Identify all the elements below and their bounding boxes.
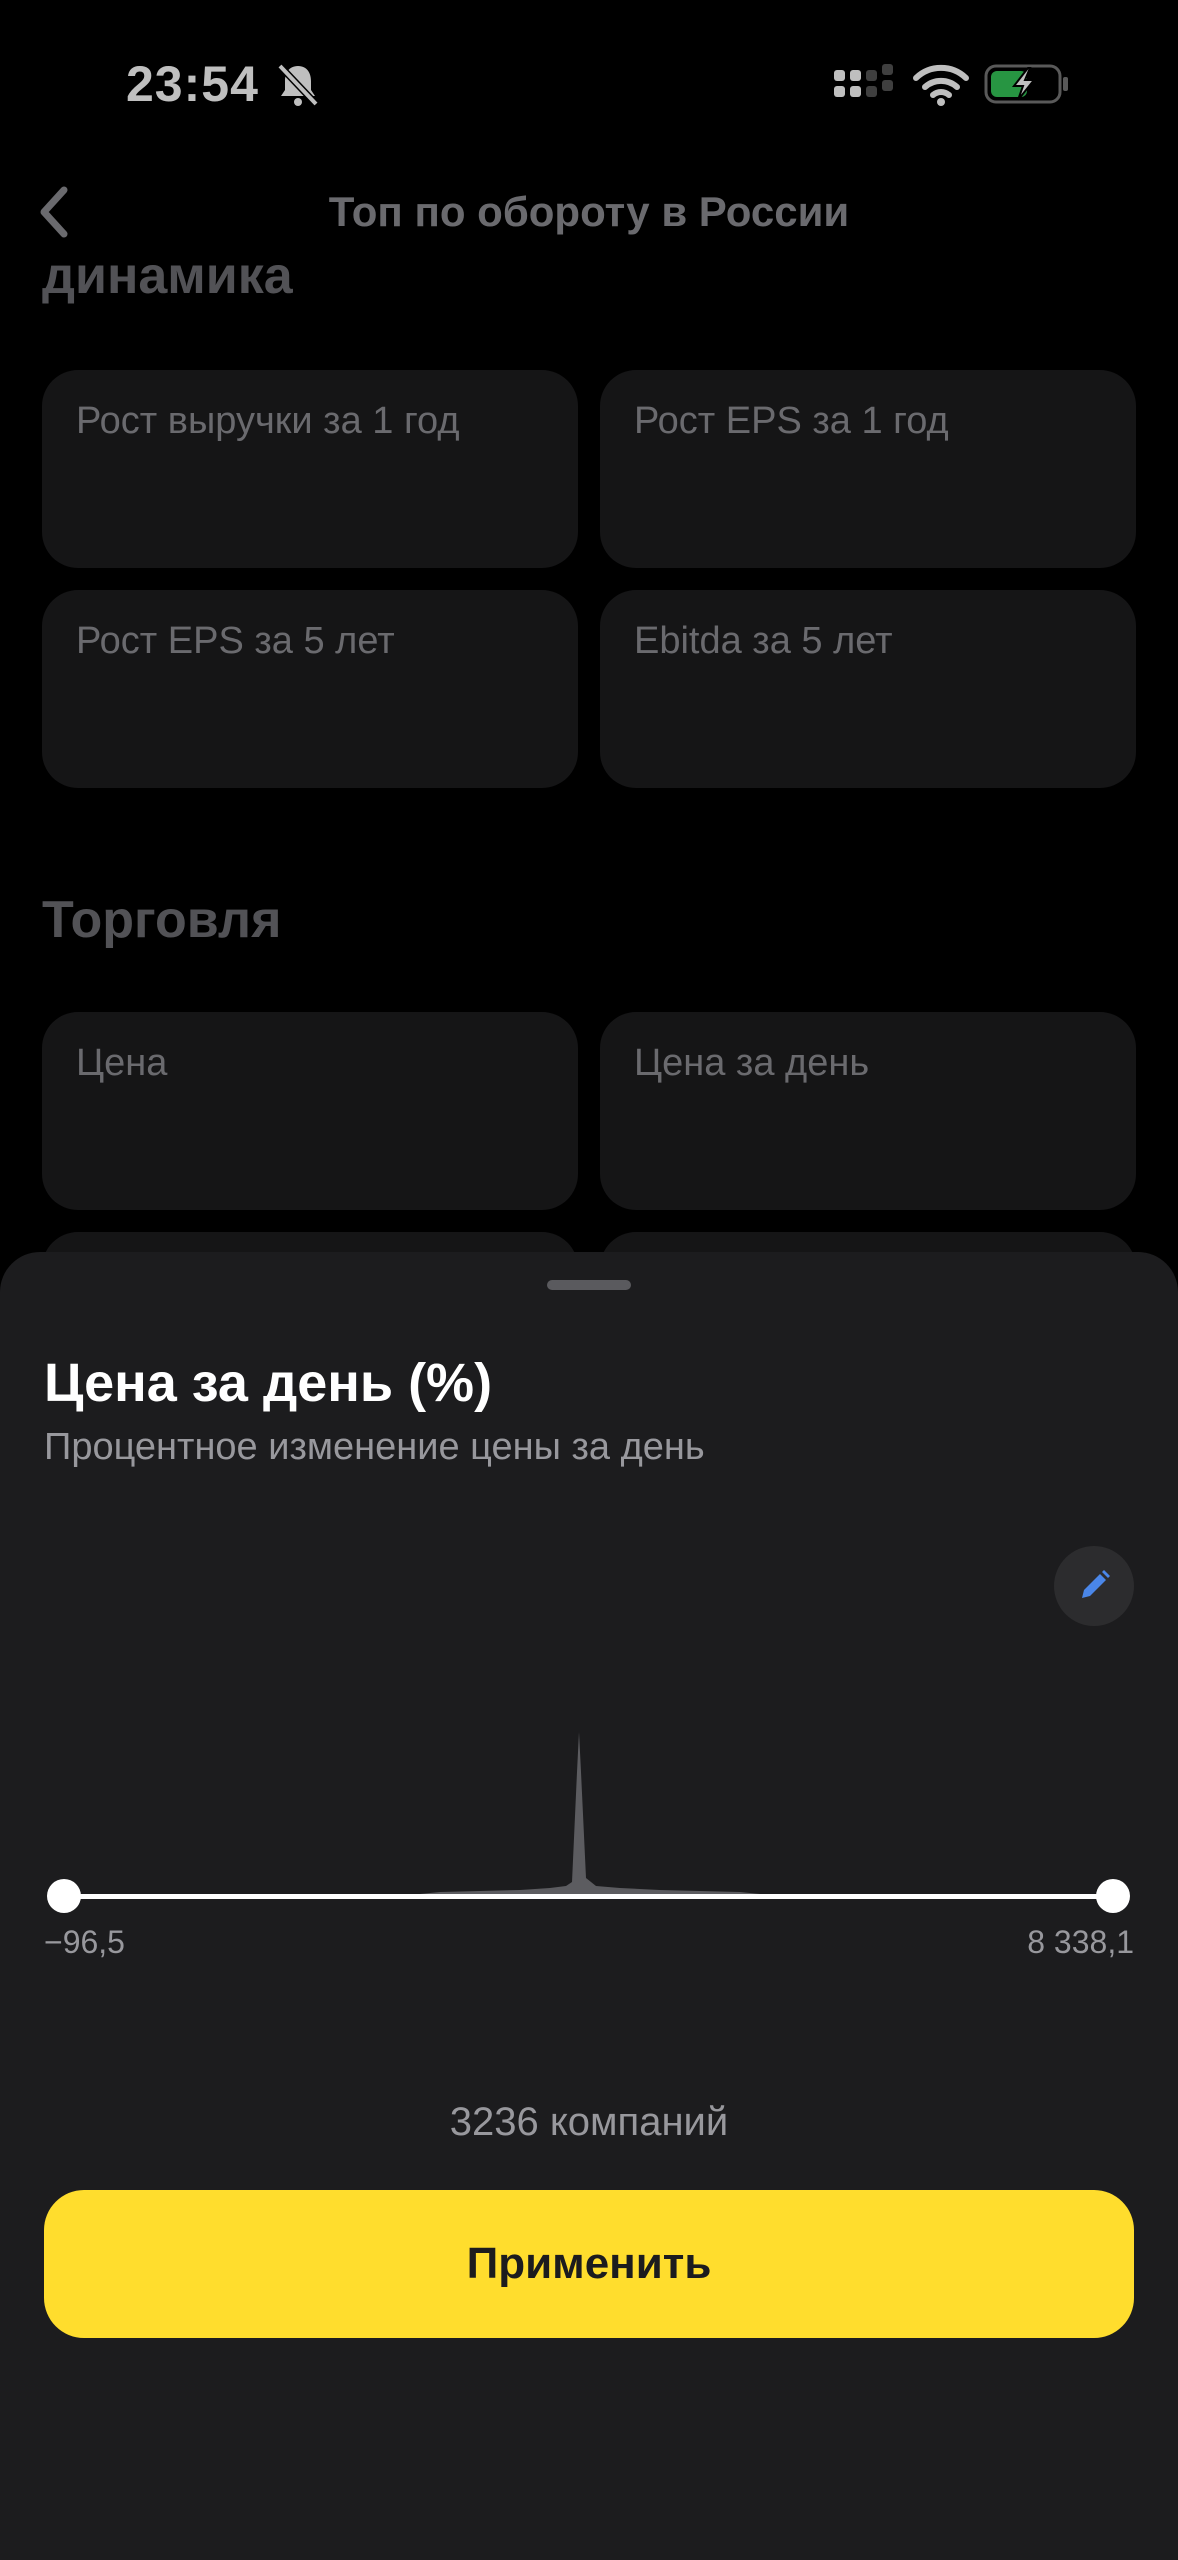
companies-count: 3236 компаний bbox=[449, 2100, 729, 2144]
range-max-label: 8 338,1 bbox=[1027, 1924, 1134, 1960]
histogram-area bbox=[420, 1732, 760, 1894]
filter-bottom-sheet: Цена за день (%) Процентное изменение це… bbox=[0, 1252, 1178, 2560]
apply-button[interactable]: Применить bbox=[44, 2190, 1134, 2338]
range-slider-track[interactable] bbox=[64, 1894, 1114, 1899]
distribution-histogram bbox=[420, 1732, 760, 1894]
range-min-thumb[interactable] bbox=[47, 1879, 81, 1913]
range-max-thumb[interactable] bbox=[1096, 1879, 1130, 1913]
apply-button-label: Применить bbox=[466, 2239, 712, 2288]
range-min-label: −96,5 bbox=[44, 1924, 125, 1960]
